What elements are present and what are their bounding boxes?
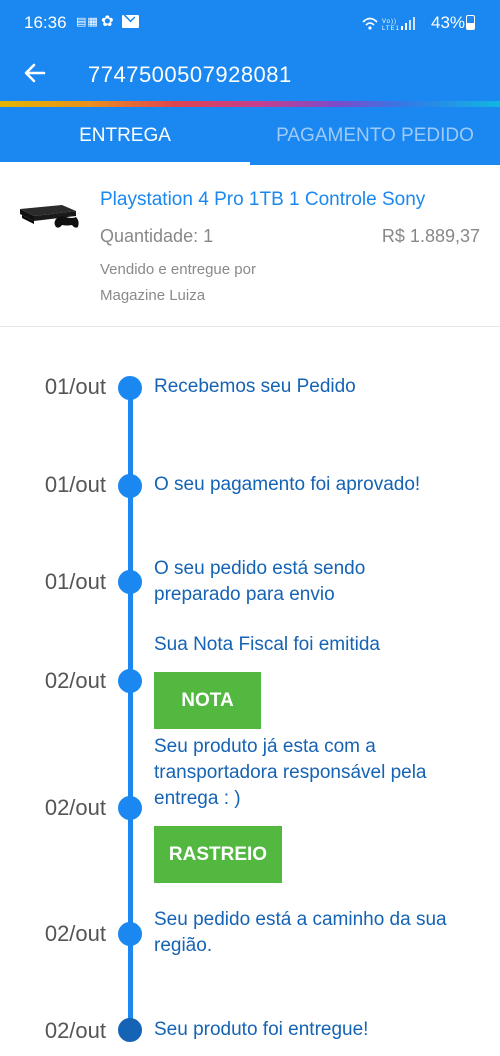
timeline-event: Seu pedido está a caminho da sua região. <box>154 909 447 956</box>
timeline-event: O seu pedido está sendo preparado para e… <box>154 558 366 605</box>
timeline-dot <box>118 1018 142 1042</box>
nota-fiscal-button[interactable]: NOTA <box>154 672 261 729</box>
seller-name: Magazine Luiza <box>100 287 206 304</box>
notification-icon: ▤▦ <box>76 16 99 28</box>
timeline-dot <box>118 376 142 400</box>
timeline-event: Recebemos seu Pedido <box>154 376 356 397</box>
product-card[interactable]: Playstation 4 Pro 1TB 1 Controle Sony Qu… <box>0 165 500 327</box>
order-number: 7747500507928081 <box>88 62 292 87</box>
product-title[interactable]: Playstation 4 Pro 1TB 1 Controle Sony <box>100 189 425 211</box>
timeline-date: 01/out <box>44 374 106 399</box>
app-bar: 7747500507928081 <box>0 46 500 102</box>
signal-icon: Vo)) LTE1 <box>361 15 421 34</box>
timeline-date: 02/out <box>44 1018 106 1043</box>
timeline-date: 02/out <box>44 921 106 946</box>
status-bar: 16:36 ▤▦ ✿ Vo)) LTE1 43% <box>0 0 500 46</box>
sold-by-label: Vendido e entregue por <box>100 261 256 278</box>
timeline-event: Seu produto já esta com a transportadora… <box>154 736 427 809</box>
timeline-date: 01/out <box>44 569 106 594</box>
battery-percent: 43% <box>431 13 466 32</box>
mail-icon <box>122 15 139 28</box>
timeline-event: O seu pagamento foi aprovado! <box>154 474 421 495</box>
timeline-dot <box>118 922 142 946</box>
timeline-date: 02/out <box>44 795 106 820</box>
status-time: 16:36 <box>24 13 67 32</box>
timeline-event: Seu produto foi entregue! <box>154 1019 369 1040</box>
rastreio-button[interactable]: RASTREIO <box>154 826 282 883</box>
timeline-date: 01/out <box>44 472 106 497</box>
svg-text:LTE1: LTE1 <box>382 26 400 31</box>
timeline-date: 02/out <box>44 668 106 693</box>
app-notification-icon: ✿ <box>101 13 114 30</box>
console-product-image <box>18 201 82 233</box>
tab-entrega[interactable]: ENTREGA <box>0 107 250 165</box>
svg-text:Vo)): Vo)) <box>382 19 397 25</box>
timeline-dot <box>118 474 142 498</box>
timeline-dot <box>118 796 142 820</box>
back-arrow-icon[interactable] <box>20 58 50 88</box>
product-price: R$ 1.889,37 <box>381 226 480 246</box>
tab-bar: ENTREGA PAGAMENTO PEDIDO <box>0 107 500 165</box>
timeline-event: Sua Nota Fiscal foi emitida <box>154 634 380 655</box>
product-quantity: Quantidade: 1 <box>100 226 214 246</box>
tab-pagamento-pedido[interactable]: PAGAMENTO PEDIDO <box>250 107 500 165</box>
timeline-dot <box>118 570 142 594</box>
timeline-dot <box>118 669 142 693</box>
battery-icon <box>466 15 475 30</box>
